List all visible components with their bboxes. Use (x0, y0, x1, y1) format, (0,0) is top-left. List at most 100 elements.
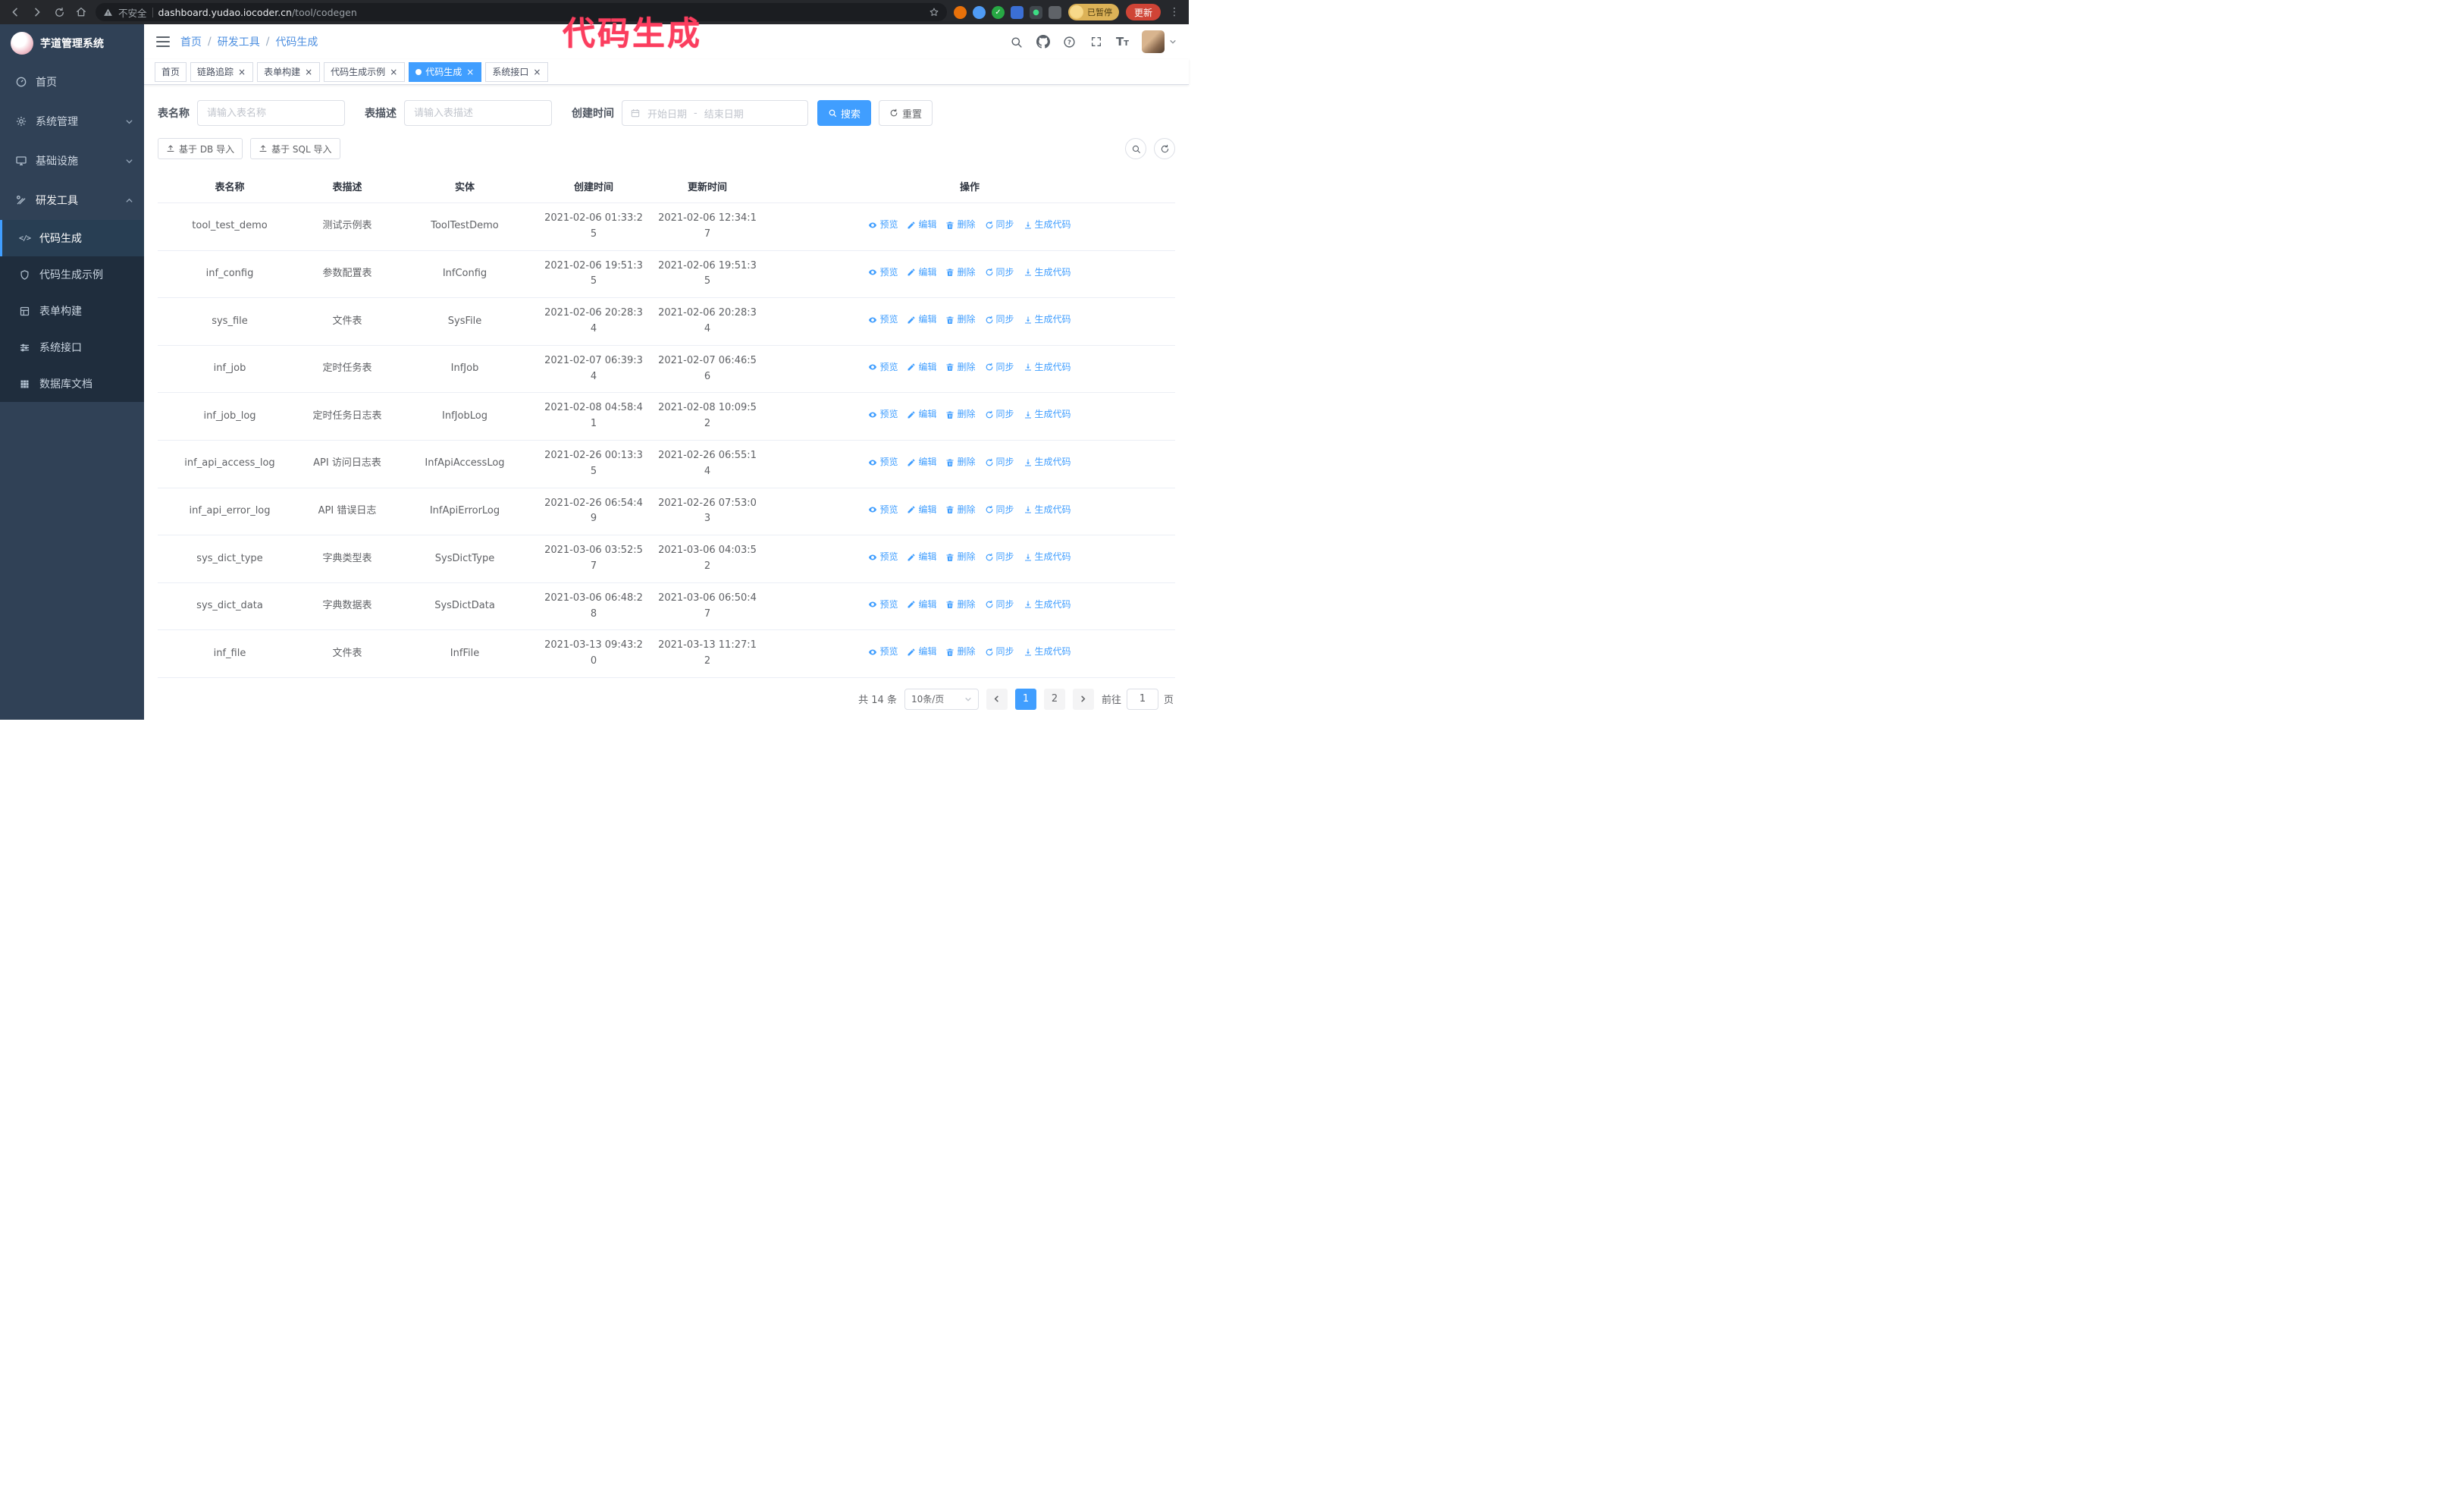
date-range-picker[interactable]: 开始日期 - 结束日期 (622, 100, 808, 126)
page-url[interactable]: dashboard.yudao.iocoder.cn/tool/codegen (158, 7, 357, 18)
action-sync[interactable]: 同步 (985, 360, 1014, 375)
security-label[interactable]: 不安全 (118, 5, 147, 20)
extension-icon[interactable] (953, 5, 967, 19)
breadcrumb-codegen[interactable]: 代码生成 (275, 34, 318, 49)
action-delete[interactable]: 删除 (945, 218, 976, 232)
action-download[interactable]: 生成代码 (1024, 598, 1071, 612)
app-logo[interactable]: 芋道管理系统 (0, 24, 144, 62)
action-edit[interactable]: 编辑 (907, 265, 936, 280)
sidebar-item-codegen[interactable]: </> 代码生成 (0, 220, 144, 256)
extension-icon[interactable]: ● (1029, 5, 1042, 19)
action-sync[interactable]: 同步 (985, 218, 1014, 232)
action-edit[interactable]: 编辑 (907, 550, 936, 564)
action-download[interactable]: 生成代码 (1024, 455, 1071, 469)
action-download[interactable]: 生成代码 (1024, 645, 1071, 659)
home-icon[interactable] (74, 5, 89, 20)
breadcrumb-devtools[interactable]: 研发工具 (218, 34, 260, 49)
bookmark-star-icon[interactable] (929, 7, 939, 17)
view-tab[interactable]: 首页 (155, 61, 187, 82)
import-sql-button[interactable]: 基于 SQL 导入 (250, 138, 340, 159)
view-tab[interactable]: 表单构建 × (257, 61, 321, 82)
action-edit[interactable]: 编辑 (907, 455, 936, 469)
action-delete[interactable]: 删除 (945, 407, 976, 422)
browser-menu-icon[interactable]: ⋮ (1168, 6, 1181, 18)
action-delete[interactable]: 删除 (945, 645, 976, 659)
action-sync[interactable]: 同步 (985, 455, 1014, 469)
action-delete[interactable]: 删除 (945, 598, 976, 612)
action-edit[interactable]: 编辑 (907, 645, 936, 659)
page-button[interactable]: 1 (1014, 688, 1036, 710)
sidebar-toggle-icon[interactable] (156, 36, 170, 47)
toggle-search-icon[interactable] (1125, 138, 1146, 159)
help-icon[interactable]: ? (1063, 35, 1077, 49)
goto-page-input[interactable] (1126, 688, 1158, 710)
puzzle-extension-icon[interactable] (1048, 5, 1061, 19)
view-tab[interactable]: 代码生成示例 × (324, 61, 406, 82)
action-edit[interactable]: 编辑 (907, 407, 936, 422)
reload-icon[interactable] (52, 5, 67, 20)
view-tab[interactable]: 系统接口 × (485, 61, 549, 82)
page-button[interactable]: 2 (1043, 688, 1065, 710)
action-sync[interactable]: 同步 (985, 598, 1014, 612)
github-icon[interactable] (1036, 35, 1050, 49)
action-download[interactable]: 生成代码 (1024, 407, 1071, 422)
url-bar[interactable]: 不安全 dashboard.yudao.iocoder.cn/tool/code… (96, 3, 947, 21)
next-page-button[interactable] (1072, 688, 1094, 710)
search-button[interactable]: 搜索 (817, 100, 872, 126)
profile-paused-badge[interactable]: 已暂停 (1067, 4, 1119, 20)
action-download[interactable]: 生成代码 (1024, 360, 1071, 375)
action-edit[interactable]: 编辑 (907, 312, 936, 327)
action-edit[interactable]: 编辑 (907, 598, 936, 612)
fullscreen-icon[interactable] (1089, 35, 1103, 49)
page-size-select[interactable]: 10条/页 (904, 688, 979, 710)
view-tab[interactable]: 链路追踪 × (190, 61, 254, 82)
extension-icon[interactable] (1010, 5, 1024, 19)
action-delete[interactable]: 删除 (945, 503, 976, 517)
action-download[interactable]: 生成代码 (1024, 265, 1071, 280)
forward-icon[interactable] (30, 5, 45, 20)
font-size-icon[interactable]: TT (1116, 35, 1129, 49)
action-eye[interactable]: 预览 (868, 645, 898, 659)
close-icon[interactable]: × (532, 67, 541, 77)
action-eye[interactable]: 预览 (868, 550, 898, 564)
action-sync[interactable]: 同步 (985, 265, 1014, 280)
action-eye[interactable]: 预览 (868, 503, 898, 517)
close-icon[interactable]: × (237, 67, 246, 77)
sidebar-item-infra[interactable]: 基础设施 (0, 141, 144, 180)
close-icon[interactable]: × (466, 67, 475, 77)
back-icon[interactable] (8, 5, 23, 20)
sidebar-item-db-doc[interactable]: 数据库文档 (0, 366, 144, 402)
search-icon[interactable] (1010, 35, 1024, 49)
extension-icon[interactable] (972, 5, 986, 19)
action-download[interactable]: 生成代码 (1024, 218, 1071, 232)
action-delete[interactable]: 删除 (945, 455, 976, 469)
reset-button[interactable]: 重置 (879, 100, 933, 126)
user-menu[interactable] (1142, 30, 1177, 53)
action-download[interactable]: 生成代码 (1024, 312, 1071, 327)
action-delete[interactable]: 删除 (945, 312, 976, 327)
extension-icon[interactable]: ✓ (991, 5, 1005, 19)
sidebar-item-devtools[interactable]: 研发工具 (0, 180, 144, 220)
browser-update-button[interactable]: 更新 (1125, 4, 1161, 20)
table-name-input[interactable] (197, 100, 345, 126)
action-edit[interactable]: 编辑 (907, 218, 936, 232)
action-delete[interactable]: 删除 (945, 265, 976, 280)
action-sync[interactable]: 同步 (985, 645, 1014, 659)
action-eye[interactable]: 预览 (868, 598, 898, 612)
refresh-icon[interactable] (1154, 138, 1175, 159)
table-desc-input[interactable] (404, 100, 552, 126)
action-eye[interactable]: 预览 (868, 407, 898, 422)
action-eye[interactable]: 预览 (868, 312, 898, 327)
sidebar-item-api[interactable]: 系统接口 (0, 329, 144, 366)
close-icon[interactable]: × (304, 67, 313, 77)
action-eye[interactable]: 预览 (868, 455, 898, 469)
action-delete[interactable]: 删除 (945, 550, 976, 564)
action-sync[interactable]: 同步 (985, 550, 1014, 564)
action-sync[interactable]: 同步 (985, 503, 1014, 517)
action-edit[interactable]: 编辑 (907, 503, 936, 517)
close-icon[interactable]: × (389, 67, 398, 77)
action-download[interactable]: 生成代码 (1024, 503, 1071, 517)
action-edit[interactable]: 编辑 (907, 360, 936, 375)
view-tab[interactable]: 代码生成 × (409, 61, 482, 82)
import-db-button[interactable]: 基于 DB 导入 (158, 138, 243, 159)
